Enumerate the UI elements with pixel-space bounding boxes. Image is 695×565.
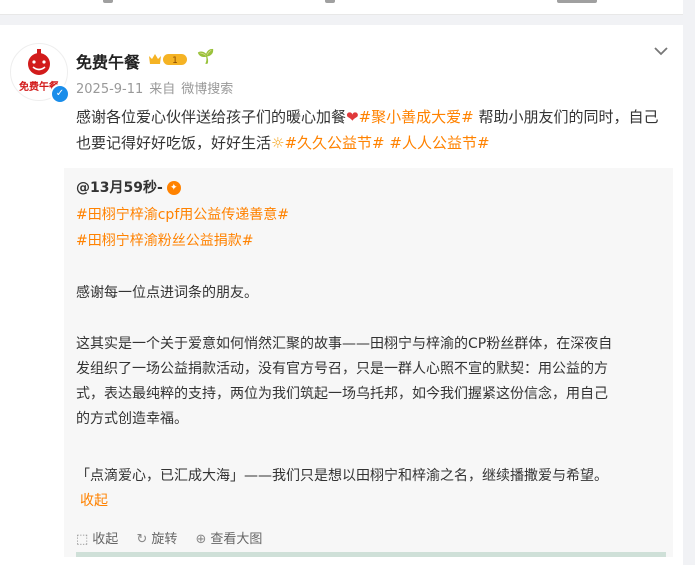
view-large-label: 查看大图 [210,532,263,547]
rotate-button[interactable]: ↻ 旋转 [136,532,177,547]
repost-paragraph: 感谢每一位点进词条的朋友。 [76,285,258,301]
post-content: 感谢各位爱心伙伴送给孩子们的暖心加餐❤#聚小善成大爱# 帮助小朋友们的同时，自己… [76,104,666,156]
collapse-image-button[interactable]: ⬚ 收起 [76,532,118,547]
rotate-icon: ↻ [136,532,148,547]
sprout-icon: 🌱 [197,49,215,65]
collapse-link[interactable]: 收起 [80,493,108,509]
heart-icon: ❤ [346,108,359,126]
chevron-down-icon[interactable] [652,44,670,58]
repost-topic-link[interactable]: #田栩宁梓渝cpf用公益传递善意# [76,204,289,224]
medal-icon: ✦ [166,181,181,195]
repost-line: 「点滴爱心，已汇成大海」——我们只是想以田栩宁和梓渝之名，继续播撒爱与希望。 [76,468,608,484]
prev-action-mark [557,0,597,3]
post-meta: 2025-9-11 来自 微博搜索 [76,78,239,97]
post-date[interactable]: 2025-9-11 [76,82,143,97]
source-prefix: 来自 [149,82,176,97]
repost-paragraph: 「点滴爱心，已汇成大海」——我们只是想以田栩宁和梓渝之名，继续播撒爱与希望。 收… [76,464,666,514]
repost-line: 发组织了一场公益捐款活动，没有官方号召，只是一群人心照不宣的默契：用公益的方 [76,361,608,377]
collapse-icon: ⬚ [76,532,89,547]
verified-icon: ✓ [50,84,70,104]
content-text: 感谢各位爱心伙伴送给孩子们的暖心加餐 [76,108,347,126]
level-number: 1 [172,56,178,66]
post-source[interactable]: 微博搜索 [181,82,233,97]
repost-author[interactable]: @13月59秒- ✦ [76,177,181,197]
prev-action-mark [103,0,113,3]
repost-topic-link[interactable]: #田栩宁梓渝粉丝公益捐款# [76,230,253,250]
view-large-button[interactable]: ⊕ 查看大图 [196,532,263,547]
collapse-label: 收起 [92,532,119,547]
repost-image[interactable] [76,552,666,557]
repost-line: 式，表达最纯粹的支持，两位为我们筑起一场乌托邦，如今我们握紧这份信念，用自己 [76,386,608,402]
level-crown-icon: 1 [149,54,187,66]
sun-icon: ☼ [271,134,285,152]
topic-link[interactable]: #久久公益节# [284,134,384,152]
username[interactable]: 免费午餐 [76,49,140,73]
repost-paragraph: 这其实是一个关于爱意如何悄然汇聚的故事——田栩宁与梓渝的CP粉丝群体，在深夜自 … [76,332,666,432]
scrollbar[interactable] [683,0,695,557]
previous-card-edge [0,0,695,18]
repost-line: 这其实是一个关于爱意如何悄然汇聚的故事——田栩宁与梓渝的CP粉丝群体，在深夜自 [76,336,613,352]
repost-line: 的方式创造幸福。 [76,411,188,427]
image-actions: ⬚ 收起 ↻ 旋转 ⊕ 查看大图 [76,528,276,547]
topic-link[interactable]: #聚小善成大爱# [359,108,474,126]
prev-action-mark [325,0,335,3]
topic-link[interactable]: #人人公益节# [389,134,489,152]
rotate-label: 旋转 [151,532,178,547]
zoom-icon: ⊕ [195,532,207,547]
repost-author-name[interactable]: @13月59秒- [76,180,163,196]
